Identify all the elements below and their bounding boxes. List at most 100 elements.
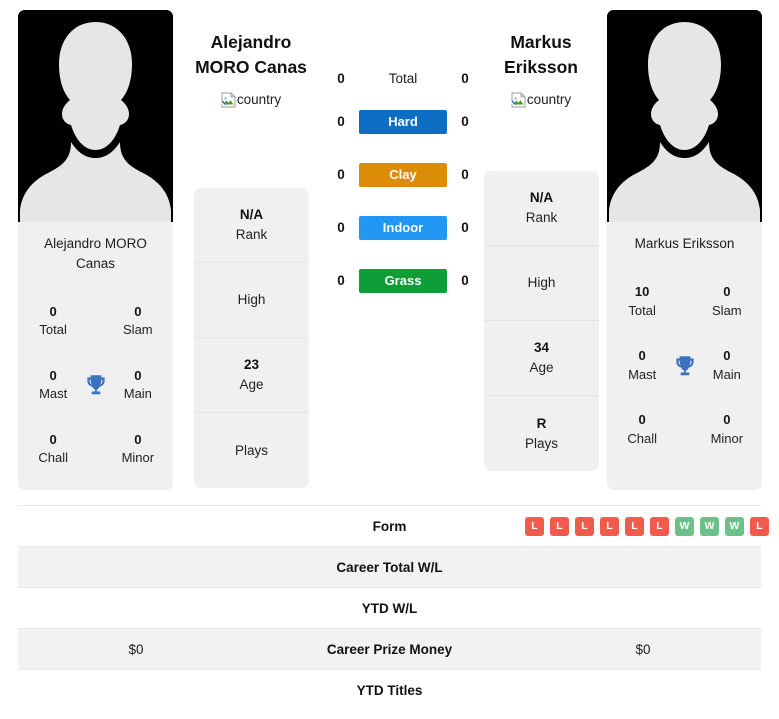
titles-chall-label: Chall	[38, 450, 68, 466]
row-form: Form LLLLLLWWWL	[18, 505, 769, 546]
titles-row: 0 Mast 0 Main	[613, 334, 756, 398]
info-panel-left: N/A Rank High 23 Age Plays	[194, 188, 309, 488]
titles-mast-value: 0	[638, 348, 646, 364]
titles-slam-value: 0	[723, 284, 731, 300]
surface-total-label: Total	[388, 71, 418, 86]
info-rank-label: Rank	[525, 210, 558, 225]
avatar-right	[607, 10, 762, 222]
surface-indoor-button[interactable]: Indoor	[359, 215, 447, 240]
comparison-header: Alejandro MORO Canas 0 Total 0 Slam 0 Ma…	[0, 0, 779, 505]
form-badges-right: LLLLLLWWWL	[525, 516, 769, 536]
ytd-wl-label: YTD W/L	[361, 600, 418, 616]
info-rank-label: Rank	[235, 227, 268, 242]
titles-minor-value: 0	[723, 412, 731, 428]
titles-row: 10 Total 0 Slam	[613, 270, 756, 334]
titles-total-value: 10	[634, 284, 650, 300]
player-heading-left-line2: MORO Canas	[195, 56, 307, 77]
form-badge-win[interactable]: W	[725, 516, 744, 536]
row-ytd-titles: YTD Titles	[18, 669, 761, 710]
titles-chall-left: 0 Chall	[24, 431, 82, 468]
player-card-right[interactable]: Markus Eriksson 10 Total 0 Slam 0 Mast 0…	[607, 10, 762, 490]
surface-row-hard: 0 Hard 0	[327, 95, 479, 148]
info-rank-left: N/A Rank	[194, 188, 309, 263]
info-high-label: High	[527, 275, 556, 291]
form-badge-loss[interactable]: L	[625, 516, 644, 536]
surface-grass-right-value: 0	[461, 273, 469, 288]
player-card-left[interactable]: Alejandro MORO Canas 0 Total 0 Slam 0 Ma…	[18, 10, 173, 490]
titles-main-label: Main	[123, 386, 152, 402]
titles-minor-label: Minor	[710, 430, 744, 446]
info-plays-label: Plays	[234, 442, 268, 458]
form-badge-loss[interactable]: L	[600, 516, 619, 536]
trophy-icon	[82, 372, 108, 398]
form-badge-loss[interactable]: L	[650, 516, 669, 536]
info-high-right: High	[484, 246, 599, 321]
titles-total-label: Total	[628, 302, 656, 318]
row-career-total-wl: Career Total W/L	[18, 546, 761, 587]
player-heading-right-line2: Eriksson	[504, 56, 578, 77]
info-rank-right: N/A Rank	[484, 171, 599, 246]
info-plays-left: Plays	[194, 413, 309, 488]
surface-row-clay: 0 Clay 0	[327, 148, 479, 201]
broken-image-icon	[510, 91, 526, 108]
titles-main-right: 0 Main	[698, 347, 756, 384]
surface-clay-left-value: 0	[337, 167, 345, 182]
titles-chall-right: 0 Chall	[613, 411, 671, 448]
titles-grid-right: 10 Total 0 Slam 0 Mast 0 Main 0 Chall 0 …	[607, 270, 762, 462]
titles-main-value: 0	[723, 348, 731, 364]
info-age-value: 23	[243, 357, 260, 373]
titles-total-left: 0 Total	[24, 303, 82, 340]
player-heading-left: Alejandro MORO Canas country	[176, 30, 326, 113]
surface-row-indoor: 0 Indoor 0	[327, 201, 479, 254]
career-total-wl-label: Career Total W/L	[336, 559, 443, 575]
ytd-titles-label: YTD Titles	[356, 682, 423, 698]
form-badge-loss[interactable]: L	[750, 516, 769, 536]
form-badge-win[interactable]: W	[675, 516, 694, 536]
broken-image-icon	[220, 91, 236, 108]
form-badge-loss[interactable]: L	[525, 516, 544, 536]
titles-slam-value: 0	[134, 303, 142, 319]
country-flag-left: country	[220, 91, 282, 108]
info-age-label: Age	[529, 360, 554, 375]
titles-chall-value: 0	[638, 412, 646, 428]
titles-main-value: 0	[134, 367, 142, 383]
info-high-left: High	[194, 263, 309, 338]
surface-grass-button[interactable]: Grass	[359, 268, 447, 293]
player-name-left: Alejandro MORO Canas	[44, 236, 147, 271]
career-prize-money-right: $0	[635, 641, 651, 657]
titles-total-label: Total	[39, 322, 67, 338]
form-right-value: LLLLLLWWWL	[525, 516, 769, 536]
player-comparison-page: Alejandro MORO Canas 0 Total 0 Slam 0 Ma…	[0, 0, 779, 719]
info-rank-value: N/A	[529, 190, 554, 206]
surface-total-right-value: 0	[461, 71, 469, 86]
player-heading-right: Markus Eriksson country	[466, 30, 616, 113]
form-label: Form	[372, 518, 407, 534]
form-badge-win[interactable]: W	[700, 516, 719, 536]
form-badge-loss[interactable]: L	[550, 516, 569, 536]
info-plays-right: R Plays	[484, 396, 599, 471]
titles-mast-label: Mast	[628, 366, 657, 382]
career-prize-money-label: Career Prize Money	[326, 641, 453, 657]
titles-row: 0 Chall 0 Minor	[613, 398, 756, 462]
career-prize-money-left: $0	[128, 641, 144, 657]
surface-hard-button[interactable]: Hard	[359, 109, 447, 134]
surface-hard-right-value: 0	[461, 114, 469, 129]
info-high-label: High	[237, 292, 266, 308]
info-age-value: 34	[533, 340, 550, 356]
titles-row: 0 Mast 0 Main	[24, 353, 167, 417]
surface-row-grass: 0 Grass 0	[327, 254, 479, 307]
form-badge-loss[interactable]: L	[575, 516, 594, 536]
info-panel-right: N/A Rank High 34 Age R Plays	[484, 171, 599, 471]
row-career-prize-money: $0 Career Prize Money $0	[18, 628, 761, 669]
country-label-left: country	[236, 92, 282, 108]
surface-clay-button[interactable]: Clay	[359, 162, 447, 187]
info-plays-label: Plays	[524, 435, 558, 451]
titles-row: 0 Chall 0 Minor	[24, 417, 167, 481]
titles-mast-label: Mast	[39, 386, 68, 402]
titles-minor-value: 0	[134, 431, 142, 447]
titles-slam-right: 0 Slam	[698, 283, 756, 320]
titles-mast-left: 0 Mast	[24, 367, 82, 404]
titles-grid-left: 0 Total 0 Slam 0 Mast 0 Main 0 Chall 0 M…	[18, 289, 173, 481]
country-label-right: country	[526, 92, 572, 108]
row-ytd-wl: YTD W/L	[18, 587, 761, 628]
